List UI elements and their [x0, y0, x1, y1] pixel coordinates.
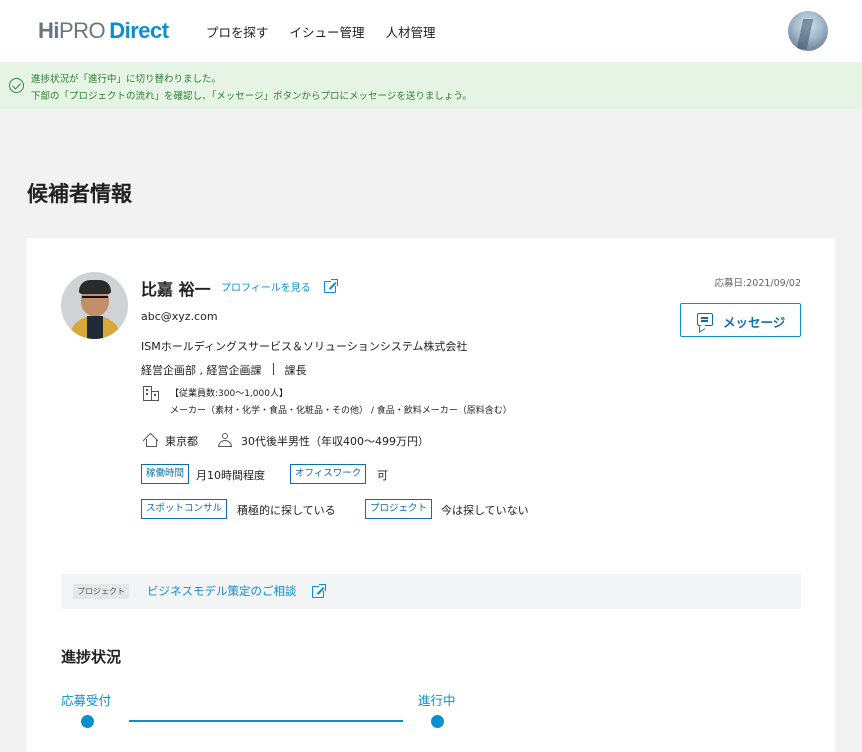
tag-spot-consult-value: 積極的に探している: [237, 504, 336, 517]
user-avatar[interactable]: [788, 11, 828, 51]
candidate-email: abc@xyz.com: [141, 310, 218, 323]
applied-date: 応募日:2021/09/02: [714, 278, 801, 289]
step-label-application: 応募受付: [61, 693, 112, 708]
page-title: 候補者情報: [27, 182, 132, 206]
employee-count: 【従業員数:300〜1,000人】: [170, 389, 288, 399]
tag-project: プロジェクト: [365, 499, 433, 519]
hipro-direct-logo[interactable]: HiPRO Direct: [38, 18, 169, 44]
project-box: プロジェクト ビジネスモデル策定のご相談: [61, 574, 801, 609]
candidate-company: ISMホールディングスサービス＆ソリューションシステム株式会社: [141, 340, 468, 353]
person-icon: [218, 433, 232, 447]
candidate-attributes: 30代後半男性（年収400〜499万円）: [241, 435, 429, 448]
step-connector-line: [129, 720, 403, 722]
check-circle-icon: [9, 78, 24, 93]
view-profile-link[interactable]: プロフィールを見る: [221, 279, 311, 294]
tag-office-work: オフィスワーク: [290, 464, 367, 484]
header: HiPRO Direct プロを探す イシュー管理 人材管理: [0, 0, 862, 62]
tag-spot-consult: スポットコンサル: [141, 499, 228, 519]
external-link-icon[interactable]: [324, 279, 338, 294]
candidate-name: 比嘉 裕一: [141, 280, 211, 299]
progress-title: 進捗状況: [61, 648, 122, 666]
tag-office-work-value: 可: [377, 469, 388, 482]
step-label-in-progress: 進行中: [418, 693, 456, 708]
candidate-avatar: [61, 272, 128, 339]
main-nav: プロを探す イシュー管理 人材管理: [206, 22, 436, 41]
candidate-position: 課長: [284, 364, 307, 377]
step-dot-application: [81, 715, 94, 728]
nav-item-find-pro[interactable]: プロを探す: [206, 22, 269, 41]
project-name-link[interactable]: ビジネスモデル策定のご相談: [147, 583, 297, 599]
candidate-card: 比嘉 裕一 プロフィールを見る 応募日:2021/09/02 メッセージ abc…: [27, 238, 835, 752]
chat-bubble-icon: [697, 313, 713, 326]
tag-working-hours-value: 月10時間程度: [196, 469, 265, 482]
candidate-department: 経営企画部 , 経営企画課 課長: [141, 363, 307, 377]
step-dot-in-progress: [431, 715, 444, 728]
notice-line-2: 下部の「プロジェクトの流れ」を確認し、「メッセージ」ボタンからプロにメッセージを…: [31, 91, 472, 102]
message-button[interactable]: メッセージ: [680, 303, 801, 337]
candidate-location: 東京都: [165, 435, 198, 448]
message-button-label: メッセージ: [723, 315, 786, 330]
notice-line-1: 進捗状況が「進行中」に切り替わりました。: [31, 74, 222, 85]
nav-item-issue-management[interactable]: イシュー管理: [290, 22, 365, 41]
tag-project-value: 今は探していない: [441, 504, 529, 517]
nav-item-talent-management[interactable]: 人材管理: [386, 22, 436, 41]
home-icon: [142, 432, 159, 449]
industry: メーカー（素材・化学・食品・化粧品・その他） / 食品・飲料メーカー（原料含む）: [170, 406, 512, 416]
external-link-icon[interactable]: [312, 584, 326, 599]
building-icon: [143, 386, 159, 401]
project-label: プロジェクト: [73, 584, 129, 599]
tag-working-hours: 稼働時間: [141, 464, 190, 484]
status-notice: 進捗状況が「進行中」に切り替わりました。 下部の「プロジェクトの流れ」を確認し、…: [0, 62, 862, 109]
